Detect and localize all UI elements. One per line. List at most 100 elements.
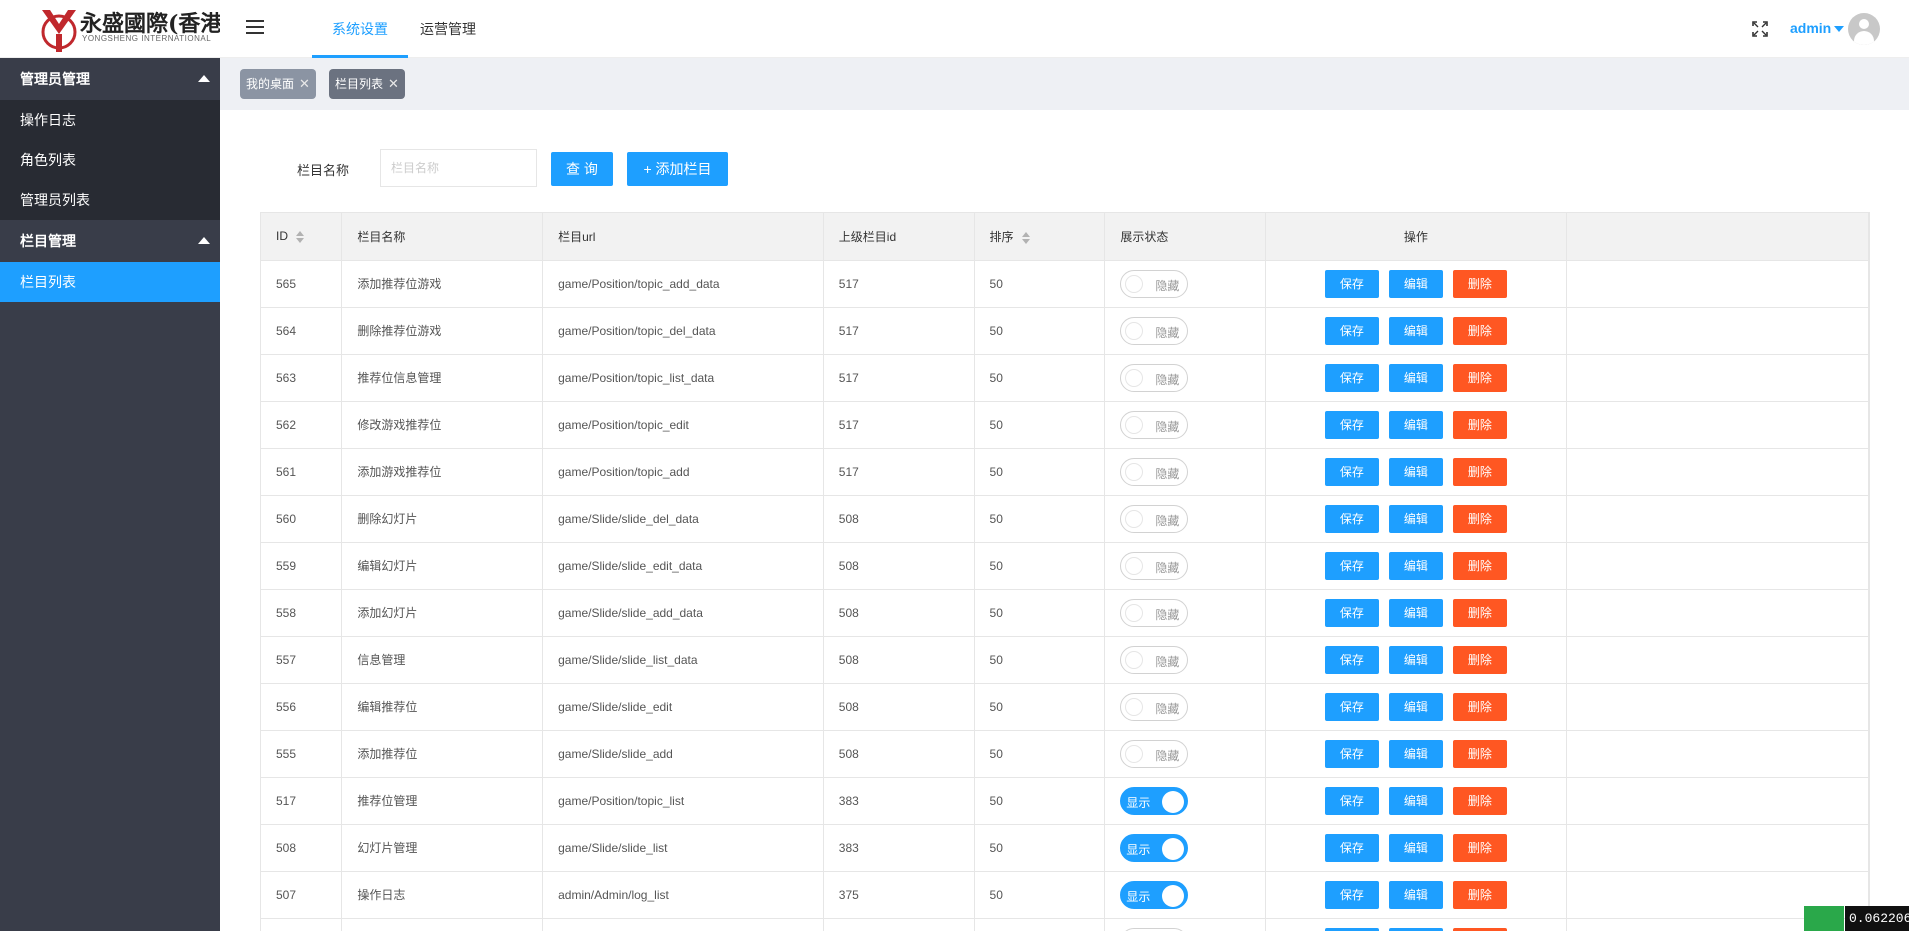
toggle-label: 隐藏 (1155, 701, 1180, 716)
save-button[interactable]: 保存 (1324, 598, 1379, 627)
tab-system-settings[interactable]: 系统设置 (312, 0, 408, 58)
page-tab-column-list[interactable]: 栏目列表 ✕ (329, 69, 405, 99)
edit-button[interactable]: 编辑 (1388, 316, 1443, 345)
save-button[interactable]: 保存 (1324, 786, 1379, 815)
delete-button[interactable]: 删除 (1452, 739, 1507, 768)
delete-button[interactable]: 删除 (1452, 316, 1507, 345)
edit-button[interactable]: 编辑 (1388, 504, 1443, 533)
page-tab-desktop[interactable]: 我的桌面 ✕ (240, 69, 316, 99)
save-button[interactable]: 保存 (1324, 363, 1379, 392)
status-toggle[interactable]: 隐藏 (1120, 269, 1189, 298)
delete-button[interactable]: 删除 (1452, 880, 1507, 909)
cell-name: 推荐位信息管理 (341, 354, 544, 402)
delete-button[interactable]: 删除 (1452, 927, 1507, 931)
tab-operations[interactable]: 运营管理 (408, 0, 488, 58)
cell-id: 507 (261, 871, 343, 919)
table-row: 507 操作日志 admin/Admin/log_list 375 50 显示 保存 编辑 删除 (261, 871, 1869, 919)
col-header-sort[interactable]: 排序 (974, 213, 1106, 261)
sidebar-item-admin-list[interactable]: 管理员列表 (0, 180, 220, 220)
delete-button[interactable]: 删除 (1452, 645, 1507, 674)
column-name-input[interactable] (380, 149, 537, 187)
save-button[interactable]: 保存 (1324, 880, 1379, 909)
edit-button[interactable]: 编辑 (1388, 551, 1443, 580)
edit-button[interactable]: 编辑 (1388, 269, 1443, 298)
edit-button[interactable]: 编辑 (1388, 598, 1443, 627)
cell-status: 隐藏 (1104, 448, 1267, 496)
status-toggle[interactable]: 隐藏 (1120, 598, 1189, 627)
cell-parent-id: 508 (823, 495, 975, 543)
close-icon[interactable]: ✕ (299, 76, 310, 91)
query-button[interactable]: 查 询 (551, 152, 613, 186)
delete-button[interactable]: 删除 (1452, 457, 1507, 486)
status-toggle[interactable]: 隐藏 (1120, 410, 1189, 439)
delete-button[interactable]: 删除 (1452, 692, 1507, 721)
save-button[interactable]: 保存 (1324, 645, 1379, 674)
save-button[interactable]: 保存 (1324, 457, 1379, 486)
sidebar-item-role-list[interactable]: 角色列表 (0, 140, 220, 180)
avatar[interactable] (1848, 13, 1880, 45)
close-icon[interactable]: ✕ (388, 76, 399, 91)
delete-button[interactable]: 删除 (1452, 504, 1507, 533)
cell-url: admin/Admin/log_list (542, 871, 824, 919)
edit-button[interactable]: 编辑 (1388, 739, 1443, 768)
status-toggle[interactable]: 隐藏 (1120, 316, 1189, 345)
fullscreen-icon[interactable] (1752, 21, 1768, 37)
edit-button[interactable]: 编辑 (1388, 457, 1443, 486)
nav-group-column[interactable]: 栏目管理 (0, 220, 220, 262)
leaf-icon (1804, 906, 1844, 931)
status-toggle[interactable]: 隐藏 (1120, 457, 1189, 486)
status-toggle[interactable]: 隐藏 (1120, 504, 1189, 533)
col-header-id[interactable]: ID (261, 213, 343, 261)
delete-button[interactable]: 删除 (1452, 551, 1507, 580)
edit-button[interactable]: 编辑 (1388, 363, 1443, 392)
sidebar-item-column-list[interactable]: 栏目列表 (0, 262, 220, 302)
nav-group-admin[interactable]: 管理员管理 (0, 58, 220, 100)
cell-url: game/Position/topic_list (542, 777, 824, 825)
save-button[interactable]: 保存 (1324, 551, 1379, 580)
logo-emblem-icon (41, 10, 77, 52)
save-button[interactable]: 保存 (1324, 739, 1379, 768)
edit-button[interactable]: 编辑 (1388, 880, 1443, 909)
table-row: 557 信息管理 game/Slide/slide_list_data 508 50 隐藏… (261, 636, 1869, 684)
delete-button[interactable]: 删除 (1452, 269, 1507, 298)
edit-button[interactable]: 编辑 (1388, 786, 1443, 815)
save-button[interactable]: 保存 (1324, 410, 1379, 439)
cell-parent-id: 517 (823, 354, 975, 402)
status-toggle[interactable]: 隐藏 (1120, 551, 1189, 580)
page-tab-label: 栏目列表 (335, 77, 384, 91)
save-button[interactable]: 保存 (1324, 504, 1379, 533)
nav-sub-column: 栏目列表 (0, 262, 220, 302)
sidebar-item-operation-log[interactable]: 操作日志 (0, 100, 220, 140)
save-button[interactable]: 保存 (1324, 692, 1379, 721)
save-button[interactable]: 保存 (1324, 927, 1379, 931)
sort-icon[interactable] (296, 231, 304, 244)
table-row: 562 修改游戏推荐位 game/Position/topic_edit 517 50 隐… (261, 401, 1869, 449)
user-menu[interactable]: admin (1790, 20, 1845, 36)
status-toggle[interactable]: 隐藏 (1120, 739, 1189, 768)
edit-button[interactable]: 编辑 (1388, 410, 1443, 439)
save-button[interactable]: 保存 (1324, 833, 1379, 862)
save-button[interactable]: 保存 (1324, 269, 1379, 298)
add-column-button[interactable]: + 添加栏目 (627, 152, 728, 186)
toggle-label: 隐藏 (1155, 560, 1180, 575)
menu-toggle-icon[interactable] (246, 20, 264, 34)
status-toggle[interactable]: 隐藏 (1120, 927, 1189, 931)
delete-button[interactable]: 删除 (1452, 598, 1507, 627)
edit-button[interactable]: 编辑 (1388, 833, 1443, 862)
edit-button[interactable]: 编辑 (1388, 927, 1443, 931)
logo[interactable]: 永盛國際(香港) YONGSHENG INTERNATIONAL (0, 0, 233, 58)
status-toggle[interactable]: 显示 (1120, 786, 1189, 815)
status-toggle[interactable]: 显示 (1120, 880, 1189, 909)
status-toggle[interactable]: 显示 (1120, 833, 1189, 862)
status-toggle[interactable]: 隐藏 (1120, 692, 1189, 721)
save-button[interactable]: 保存 (1324, 316, 1379, 345)
sort-icon[interactable] (1021, 231, 1030, 244)
edit-button[interactable]: 编辑 (1388, 645, 1443, 674)
delete-button[interactable]: 删除 (1452, 833, 1507, 862)
delete-button[interactable]: 删除 (1452, 363, 1507, 392)
edit-button[interactable]: 编辑 (1388, 692, 1443, 721)
status-toggle[interactable]: 隐藏 (1120, 363, 1189, 392)
delete-button[interactable]: 删除 (1452, 410, 1507, 439)
status-toggle[interactable]: 隐藏 (1120, 645, 1189, 674)
delete-button[interactable]: 删除 (1452, 786, 1507, 815)
